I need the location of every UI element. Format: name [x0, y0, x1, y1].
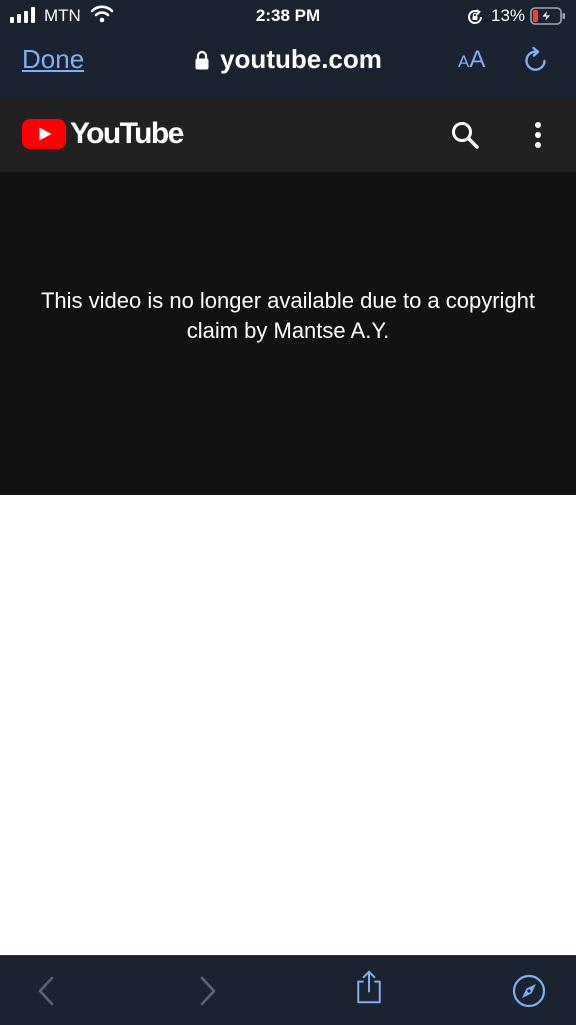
forward-icon[interactable] — [190, 974, 224, 1008]
youtube-header: YouTube — [0, 98, 576, 172]
lock-icon — [195, 50, 209, 69]
unavailable-message: This video is no longer available due to… — [40, 288, 536, 343]
clock: 2:38 PM — [255, 6, 321, 25]
compass-icon[interactable] — [512, 974, 546, 1008]
reload-icon[interactable] — [520, 44, 552, 76]
back-icon[interactable] — [30, 974, 64, 1008]
share-icon[interactable] — [352, 970, 386, 1004]
video-player[interactable]: This video is no longer available due to… — [0, 172, 576, 495]
address-bar[interactable]: youtube.com — [194, 44, 382, 75]
youtube-play-icon — [22, 119, 66, 149]
text-size-small-a: A — [458, 52, 470, 71]
safari-toolbar — [0, 955, 576, 1025]
text-size-button[interactable]: AA — [458, 46, 485, 74]
battery-percent: 13% — [491, 6, 526, 25]
page-content — [0, 495, 576, 955]
url-text: youtube.com — [220, 44, 382, 74]
safari-header: MTN 2:38 PM 13% Done youtube.com AA — [0, 0, 576, 98]
youtube-logo[interactable]: YouTube — [22, 116, 184, 152]
search-icon[interactable] — [450, 120, 480, 150]
rotation-lock-icon — [468, 9, 482, 24]
more-vert-icon[interactable] — [528, 120, 548, 150]
status-bar: MTN 2:38 PM 13% — [0, 0, 576, 32]
browser-nav-row: Done youtube.com AA — [0, 36, 576, 92]
battery-charging-icon — [530, 7, 565, 25]
youtube-wordmark: YouTube — [70, 117, 184, 150]
text-size-large-a: A — [469, 46, 486, 73]
